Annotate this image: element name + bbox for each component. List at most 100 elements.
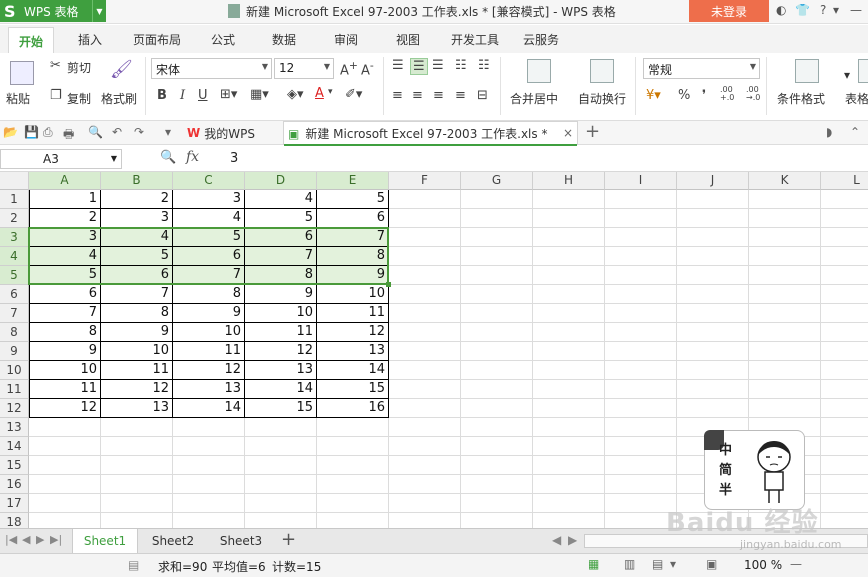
increase-decimal-button[interactable]: .00 +.0 — [720, 86, 740, 102]
cell-A8[interactable]: 8 — [29, 323, 101, 342]
cell-K2[interactable] — [749, 209, 821, 228]
cell-F11[interactable] — [389, 380, 461, 399]
column-header[interactable]: K — [749, 172, 821, 190]
cell-L6[interactable] — [821, 285, 868, 304]
column-header[interactable]: G — [461, 172, 533, 190]
cell-J5[interactable] — [677, 266, 749, 285]
distribute-icon[interactable]: ⊟ — [477, 88, 488, 103]
cell-L16[interactable] — [821, 475, 868, 494]
cell-F13[interactable] — [389, 418, 461, 437]
cell-G11[interactable] — [461, 380, 533, 399]
cell-H3[interactable] — [533, 228, 605, 247]
cell-D3[interactable]: 6 — [245, 228, 317, 247]
cell-J2[interactable] — [677, 209, 749, 228]
cell-D4[interactable]: 7 — [245, 247, 317, 266]
cell-F10[interactable] — [389, 361, 461, 380]
cell-I10[interactable] — [605, 361, 677, 380]
cell-D2[interactable]: 5 — [245, 209, 317, 228]
cell-B11[interactable]: 12 — [101, 380, 173, 399]
cell-J6[interactable] — [677, 285, 749, 304]
cell-D14[interactable] — [245, 437, 317, 456]
cell-L3[interactable] — [821, 228, 868, 247]
format-painter-button[interactable]: 格式刷 — [101, 90, 137, 107]
cell-B3[interactable]: 4 — [101, 228, 173, 247]
indent-icon[interactable]: ☷ — [478, 58, 490, 73]
cell-F9[interactable] — [389, 342, 461, 361]
print-preview-icon[interactable]: 🔍 — [88, 125, 103, 139]
align-top-icon[interactable]: ☰ — [392, 58, 404, 73]
zoom-lookup-icon[interactable]: 🔍 — [160, 150, 176, 165]
paste-icon[interactable] — [10, 61, 34, 85]
cell-I2[interactable] — [605, 209, 677, 228]
cell-G14[interactable] — [461, 437, 533, 456]
conditional-format-button[interactable]: 条件格式 — [777, 90, 825, 107]
cell-L1[interactable] — [821, 190, 868, 209]
column-header[interactable]: C — [173, 172, 245, 190]
print-icon[interactable]: 🖶 — [63, 125, 74, 146]
cell-style-icon[interactable]: ▦▾ — [250, 87, 269, 102]
function-button[interactable]: fx — [186, 149, 199, 165]
cell-I15[interactable] — [605, 456, 677, 475]
cell-G1[interactable] — [461, 190, 533, 209]
number-format-select[interactable]: 常规 ▼ — [643, 58, 760, 79]
tab-cloud[interactable]: 云服务 — [523, 31, 559, 48]
cell-B4[interactable]: 5 — [101, 247, 173, 266]
formula-input[interactable]: 3 — [230, 151, 238, 166]
cell-D1[interactable]: 4 — [245, 190, 317, 209]
paste-button[interactable]: 粘贴 — [6, 90, 30, 107]
justify-icon[interactable]: ≡ — [455, 88, 466, 103]
wrap-text-icon[interactable] — [590, 59, 614, 83]
cell-J10[interactable] — [677, 361, 749, 380]
cell-F15[interactable] — [389, 456, 461, 475]
cell-I5[interactable] — [605, 266, 677, 285]
cell-A7[interactable]: 7 — [29, 304, 101, 323]
cell-I8[interactable] — [605, 323, 677, 342]
cell-A16[interactable] — [29, 475, 101, 494]
cell-E14[interactable] — [317, 437, 389, 456]
wrap-text-button[interactable]: 自动换行 — [578, 90, 626, 107]
export-pdf-icon[interactable]: ⎙ — [43, 125, 53, 140]
clear-format-icon[interactable]: ✐▾ — [345, 87, 362, 102]
cell-I4[interactable] — [605, 247, 677, 266]
row-header[interactable]: 4 — [0, 247, 29, 266]
italic-button[interactable]: I — [180, 88, 185, 103]
cell-F2[interactable] — [389, 209, 461, 228]
cell-A4[interactable]: 4 — [29, 247, 101, 266]
cell-L7[interactable] — [821, 304, 868, 323]
cell-D7[interactable]: 10 — [245, 304, 317, 323]
cell-J4[interactable] — [677, 247, 749, 266]
cell-E7[interactable]: 11 — [317, 304, 389, 323]
bold-button[interactable]: B — [157, 88, 167, 103]
page-layout-view-icon[interactable]: ▥ — [624, 557, 635, 571]
cell-F4[interactable] — [389, 247, 461, 266]
cell-L15[interactable] — [821, 456, 868, 475]
cell-C4[interactable]: 6 — [173, 247, 245, 266]
cell-A5[interactable]: 5 — [29, 266, 101, 285]
cell-A1[interactable]: 1 — [29, 190, 101, 209]
cell-F1[interactable] — [389, 190, 461, 209]
cell-J7[interactable] — [677, 304, 749, 323]
conditional-format-icon[interactable] — [795, 59, 819, 83]
wrap-indent-icon[interactable]: ☷ — [455, 58, 467, 73]
cell-H1[interactable] — [533, 190, 605, 209]
cell-A17[interactable] — [29, 494, 101, 513]
cell-H9[interactable] — [533, 342, 605, 361]
cell-E11[interactable]: 15 — [317, 380, 389, 399]
login-button[interactable]: 未登录 — [689, 0, 769, 22]
cell-H18[interactable] — [533, 513, 605, 528]
cell-I6[interactable] — [605, 285, 677, 304]
cell-F5[interactable] — [389, 266, 461, 285]
cell-E13[interactable] — [317, 418, 389, 437]
decrease-decimal-button[interactable]: .00 →.0 — [746, 86, 766, 102]
cell-I12[interactable] — [605, 399, 677, 418]
cell-B18[interactable] — [101, 513, 173, 528]
cell-G6[interactable] — [461, 285, 533, 304]
cell-C12[interactable]: 14 — [173, 399, 245, 418]
fill-handle[interactable] — [386, 282, 391, 287]
cell-D16[interactable] — [245, 475, 317, 494]
cell-H7[interactable] — [533, 304, 605, 323]
cell-D5[interactable]: 8 — [245, 266, 317, 285]
cell-H12[interactable] — [533, 399, 605, 418]
font-color-icon[interactable]: A — [315, 86, 324, 101]
cell-B14[interactable] — [101, 437, 173, 456]
